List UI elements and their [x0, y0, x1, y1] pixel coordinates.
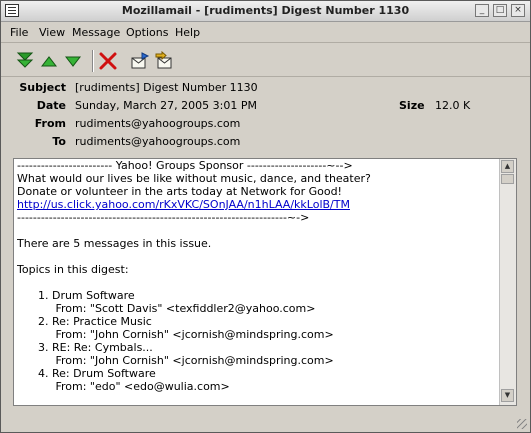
from-label: From	[34, 117, 66, 130]
next-message-icon[interactable]	[15, 51, 35, 71]
subject-value: [rudiments] Digest Number 1130	[75, 81, 258, 94]
message-header: Subject [rudiments] Digest Number 1130 D…	[1, 77, 530, 155]
date-label: Date	[36, 99, 66, 112]
body-line: 3. RE: Re: Cymbals...	[17, 341, 153, 354]
reply-icon[interactable]	[130, 51, 150, 71]
scroll-thumb[interactable]	[501, 174, 514, 184]
window-title: Mozillamail - [rudiments] Digest Number …	[121, 4, 410, 17]
sponsor-link[interactable]: http://us.click.yahoo.com/rKxVKC/SOnJAA/…	[17, 198, 497, 211]
body-line: Donate or volunteer in the arts today at…	[17, 185, 342, 198]
mail-window: Mozillamail - [rudiments] Digest Number …	[0, 0, 531, 433]
body-line: ----------------------------------------…	[17, 211, 310, 224]
to-value[interactable]: rudiments@yahoogroups.com	[75, 135, 240, 148]
body-line	[17, 224, 497, 237]
body-line: There are 5 messages in this issue.	[17, 237, 212, 250]
body-line: Topics in this digest:	[17, 263, 129, 276]
forward-icon[interactable]	[154, 51, 174, 71]
to-label: To	[52, 135, 66, 148]
scroll-down-button[interactable]: ▼	[501, 389, 514, 402]
resize-grip-icon[interactable]	[517, 419, 527, 429]
size-value: 12.0 K	[435, 99, 471, 112]
date-value: Sunday, March 27, 2005 3:01 PM	[75, 99, 257, 112]
toolbar-separator	[92, 50, 93, 72]
body-line: From: "John Cornish" <jcornish@mindsprin…	[17, 354, 334, 367]
body-line: From: "Scott Davis" <texfiddler2@yahoo.c…	[17, 302, 316, 315]
menu-bar: File View Message Options Help	[1, 22, 530, 43]
body-line: 2. Re: Practice Music	[17, 315, 152, 328]
subject-label: Subject	[19, 81, 66, 94]
vertical-scrollbar[interactable]: ▲ ▼	[499, 159, 516, 405]
menu-view[interactable]: View	[39, 26, 65, 39]
menu-message[interactable]: Message	[72, 26, 120, 39]
maximize-button[interactable]: □	[493, 4, 507, 17]
status-bar	[1, 411, 530, 432]
minimize-button[interactable]: _	[475, 4, 489, 17]
body-line: From: "edo" <edo@wulia.com>	[17, 380, 230, 393]
message-body[interactable]: ------------------------ Yahoo! Groups S…	[17, 159, 497, 405]
body-line: From: "John Cornish" <jcornish@mindsprin…	[17, 328, 334, 341]
delete-icon[interactable]	[98, 51, 118, 71]
menu-help[interactable]: Help	[175, 26, 200, 39]
body-line: 1. Drum Software	[17, 289, 135, 302]
title-bar[interactable]: Mozillamail - [rudiments] Digest Number …	[1, 1, 530, 22]
body-line	[17, 250, 497, 263]
body-line	[17, 276, 497, 289]
body-line: ------------------------ Yahoo! Groups S…	[17, 159, 353, 172]
size-label: Size	[399, 99, 425, 112]
next-unread-icon[interactable]	[63, 51, 83, 71]
from-value[interactable]: rudiments@yahoogroups.com	[75, 117, 240, 130]
message-body-frame: ------------------------ Yahoo! Groups S…	[13, 158, 517, 406]
menu-options[interactable]: Options	[126, 26, 168, 39]
scroll-up-button[interactable]: ▲	[501, 160, 514, 173]
previous-message-icon[interactable]	[39, 51, 59, 71]
menu-file[interactable]: File	[10, 26, 28, 39]
body-line: What would our lives be like without mus…	[17, 172, 371, 185]
close-button[interactable]: ×	[511, 4, 525, 17]
toolbar	[1, 44, 530, 77]
body-line: 4. Re: Drum Software	[17, 367, 156, 380]
